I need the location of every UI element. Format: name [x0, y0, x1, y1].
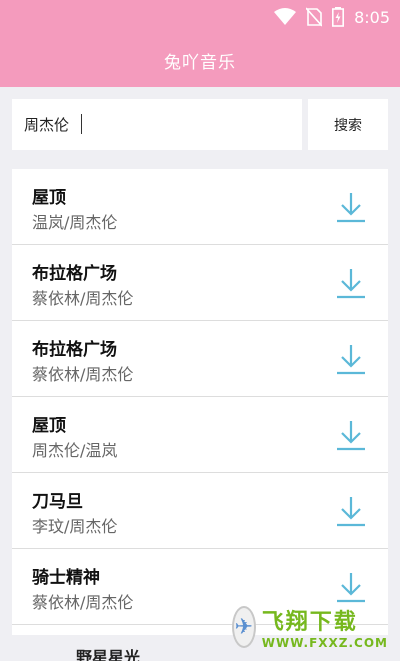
status-icons: 8:05 [274, 7, 390, 27]
list-item[interactable]: 屋顶 周杰伦/温岚 [12, 397, 388, 473]
song-title: 布拉格广场 [32, 264, 117, 284]
search-row: 搜索 [12, 99, 388, 150]
song-artist: 周杰伦/温岚 [32, 441, 118, 460]
list-item[interactable]: 刀马旦 李玟/周杰伦 [12, 473, 388, 549]
search-input[interactable] [12, 99, 302, 150]
download-icon[interactable] [334, 495, 368, 529]
status-time: 8:05 [354, 7, 390, 27]
list-item[interactable]: 布拉格广场 蔡依林/周杰伦 [12, 321, 388, 397]
watermark: ✈ 飞翔下载 WWW.FXXZ.COM [232, 603, 388, 651]
song-title: 刀马旦 [32, 492, 83, 512]
download-icon[interactable] [334, 267, 368, 301]
download-icon[interactable] [334, 191, 368, 225]
status-bar: 8:05 [0, 0, 400, 34]
song-title: 屋顶 [32, 416, 66, 436]
no-sim-icon [306, 7, 323, 27]
text-cursor [81, 114, 82, 134]
watermark-text: 飞翔下载 WWW.FXXZ.COM [262, 604, 388, 650]
list-item[interactable]: 屋顶 温岚/周杰伦 [12, 169, 388, 245]
watermark-main: 飞翔下载 [261, 610, 358, 635]
download-icon[interactable] [334, 419, 368, 453]
download-icon[interactable] [334, 571, 368, 605]
song-artist: 蔡依林/周杰伦 [32, 365, 134, 384]
song-artist: 蔡依林/周杰伦 [32, 289, 134, 308]
bottom-partial-text: 野星星光 [76, 648, 141, 661]
download-icon[interactable] [334, 343, 368, 377]
battery-charging-icon [332, 7, 345, 27]
watermark-sub: WWW.FXXZ.COM [261, 636, 388, 650]
song-artist: 李玟/周杰伦 [32, 517, 118, 536]
song-title: 骑士精神 [32, 568, 100, 588]
list-item[interactable]: 布拉格广场 蔡依林/周杰伦 [12, 245, 388, 321]
song-title: 屋顶 [32, 188, 66, 208]
app-bar: 兔吖音乐 [0, 34, 400, 87]
song-artist: 温岚/周杰伦 [32, 213, 118, 232]
song-list: 屋顶 温岚/周杰伦 布拉格广场 蔡依林/周杰伦 布拉格广场 蔡依林/周杰伦 屋顶… [12, 169, 388, 635]
song-title: 布拉格广场 [32, 340, 117, 360]
search-button[interactable]: 搜索 [308, 99, 388, 150]
app-title: 兔吖音乐 [164, 53, 236, 73]
wifi-icon [274, 8, 297, 25]
song-artist: 蔡依林/周杰伦 [32, 593, 134, 612]
watermark-logo-icon: ✈ [232, 606, 256, 648]
